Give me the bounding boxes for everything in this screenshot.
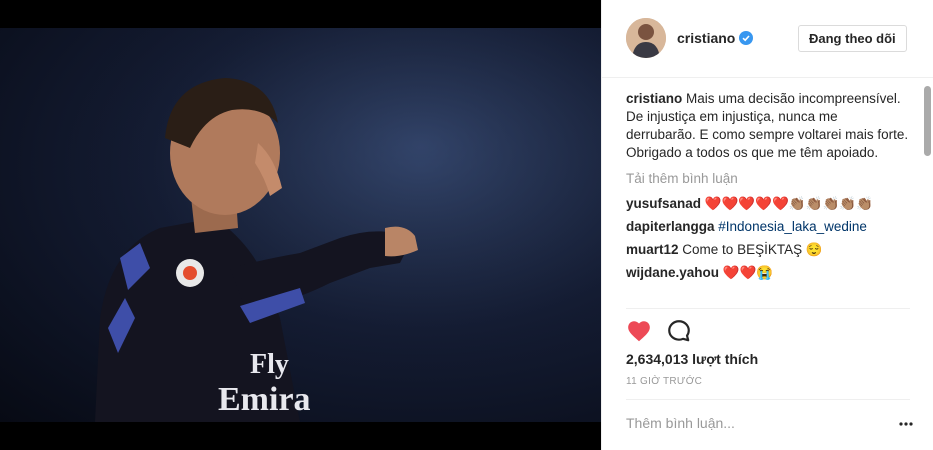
comment-text: ❤️❤️❤️❤️❤️👏🏽👏🏽👏🏽👏🏽👏🏽 [704,196,873,211]
heart-icon[interactable] [626,318,652,344]
username[interactable]: cristiano [677,30,735,46]
likes-count[interactable]: 2,634,013 lượt thích [626,351,758,367]
comment-username[interactable]: muart12 [626,242,679,257]
avatar[interactable] [626,18,666,58]
comment-item: dapiterlangga #Indonesia_laka_wedine [626,218,910,236]
post-timestamp[interactable]: 11 GIỜ TRƯỚC [626,376,702,387]
add-comment-input[interactable] [626,412,886,434]
player-illustration: Fly Emira [0,28,601,422]
jersey-sponsor-line2: Emira [218,381,311,418]
more-options-icon[interactable] [898,415,914,431]
comment-username[interactable]: wijdane.yahou [626,265,719,280]
following-button[interactable]: Đang theo dõi [798,25,907,52]
divider [626,308,910,309]
comments-list: cristiano Mais uma decisão incompreensív… [626,90,910,306]
post-photo[interactable]: Fly Emira [0,28,601,422]
caption-username[interactable]: cristiano [626,91,682,106]
comment-item: muart12 Come to BEŞİKTAŞ 😌 [626,241,910,259]
scrollbar-thumb[interactable] [924,86,931,156]
comment-username[interactable]: dapiterlangga [626,219,715,234]
comment-hashtag-link[interactable]: #Indonesia_laka_wedine [718,219,867,234]
avatar-image [626,18,666,58]
comment-item: wijdane.yahou ❤️❤️😭 [626,264,910,282]
post-media: Fly Emira [0,0,601,450]
caption: cristiano Mais uma decisão incompreensív… [626,90,910,162]
comment-item: yusufsanad ❤️❤️❤️❤️❤️👏🏽👏🏽👏🏽👏🏽👏🏽 [626,195,910,213]
post-details-panel: cristiano Đang theo dõi cristiano Mais u… [601,0,933,450]
comment-text: Come to BEŞİKTAŞ 😌 [682,242,823,257]
comment-text: ❤️❤️😭 [722,265,774,280]
post-header: cristiano Đang theo dõi [602,0,933,78]
verified-badge-icon [739,31,753,45]
comment-username[interactable]: yusufsanad [626,196,701,211]
comment-bubble-icon[interactable] [666,318,692,344]
divider [626,399,910,400]
load-more-comments-link[interactable]: Tải thêm bình luận [626,170,910,188]
jersey-sponsor-line1: Fly [250,349,289,380]
comments-scrollbar[interactable] [924,80,931,306]
